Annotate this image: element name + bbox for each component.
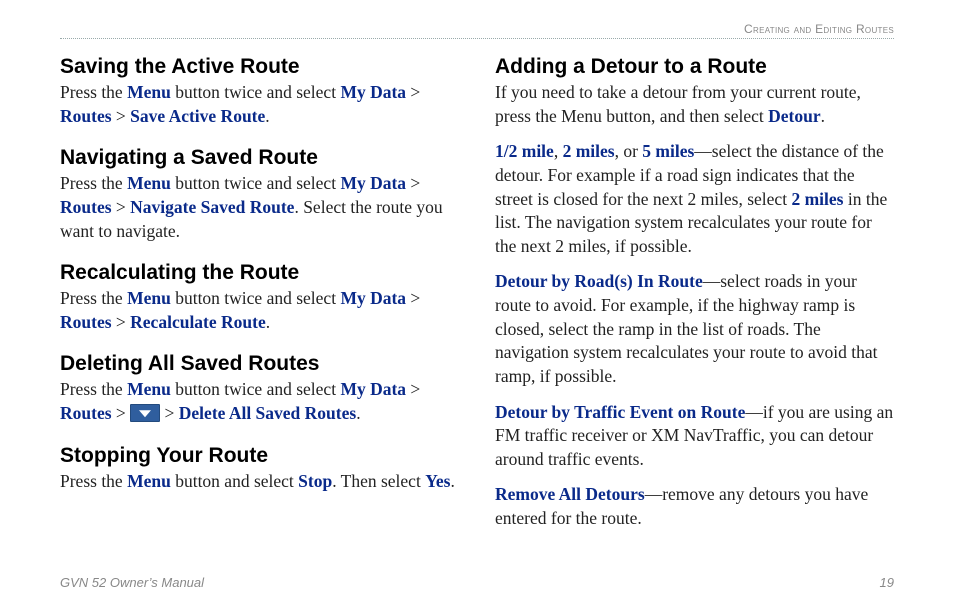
text: button twice and select	[171, 379, 341, 399]
section-adding-detour: Adding a Detour to a Route If you need t…	[495, 55, 894, 531]
header-rule	[60, 38, 894, 39]
keyword-menu: Menu	[127, 82, 171, 102]
header-section-label: Creating and Editing Routes	[60, 22, 894, 36]
separator: >	[406, 82, 420, 102]
text: .	[450, 471, 454, 491]
text: .	[266, 312, 270, 332]
paragraph: Remove All Detours—remove any detours yo…	[495, 483, 894, 530]
section-stopping-your-route: Stopping Your Route Press the Menu butto…	[60, 444, 459, 494]
section-deleting-all-saved-routes: Deleting All Saved Routes Press the Menu…	[60, 352, 459, 425]
text: Press the	[60, 82, 127, 102]
keyword-remove-all-detours: Remove All Detours	[495, 484, 645, 504]
keyword-two-miles: 2 miles	[791, 189, 843, 209]
text: button twice and select	[171, 288, 341, 308]
separator: >	[406, 379, 420, 399]
separator: >	[160, 403, 179, 423]
section-navigating-saved-route: Navigating a Saved Route Press the Menu …	[60, 146, 459, 243]
body-text: Press the Menu button twice and select M…	[60, 172, 459, 243]
text: .	[265, 106, 269, 126]
text: ,	[554, 141, 563, 161]
body-text: If you need to take a detour from your c…	[495, 81, 894, 531]
text: .	[821, 106, 825, 126]
manual-page: Creating and Editing Routes Saving the A…	[0, 0, 954, 608]
text: Press the	[60, 288, 127, 308]
dropdown-icon	[130, 404, 160, 422]
separator: >	[112, 197, 131, 217]
text: button twice and select	[171, 173, 341, 193]
text: button and select	[171, 471, 298, 491]
keyword-my-data: My Data	[340, 82, 406, 102]
body-text: Press the Menu button twice and select M…	[60, 81, 459, 128]
right-column: Adding a Detour to a Route If you need t…	[495, 55, 894, 549]
heading: Saving the Active Route	[60, 55, 459, 79]
keyword-menu: Menu	[127, 471, 171, 491]
keyword-routes: Routes	[60, 403, 112, 423]
keyword-routes: Routes	[60, 197, 112, 217]
text: , or	[615, 141, 643, 161]
page-number: 19	[880, 575, 894, 590]
keyword-my-data: My Data	[340, 288, 406, 308]
keyword-five-miles: 5 miles	[642, 141, 694, 161]
paragraph: 1/2 mile, 2 miles, or 5 miles—select the…	[495, 140, 894, 258]
keyword-two-miles: 2 miles	[563, 141, 615, 161]
keyword-routes: Routes	[60, 106, 112, 126]
keyword-detour: Detour	[768, 106, 820, 126]
keyword-save-active-route: Save Active Route	[130, 106, 265, 126]
section-recalculating-route: Recalculating the Route Press the Menu b…	[60, 261, 459, 334]
two-column-layout: Saving the Active Route Press the Menu b…	[60, 55, 894, 549]
keyword-routes: Routes	[60, 312, 112, 332]
heading: Recalculating the Route	[60, 261, 459, 285]
separator: >	[112, 403, 131, 423]
keyword-recalculate-route: Recalculate Route	[130, 312, 266, 332]
keyword-my-data: My Data	[340, 379, 406, 399]
text: . Then select	[332, 471, 425, 491]
paragraph: Detour by Road(s) In Route—select roads …	[495, 270, 894, 388]
body-text: Press the Menu button twice and select M…	[60, 378, 459, 425]
keyword-menu: Menu	[127, 173, 171, 193]
separator: >	[406, 173, 420, 193]
keyword-menu: Menu	[127, 379, 171, 399]
heading: Adding a Detour to a Route	[495, 55, 894, 79]
text: Press the	[60, 173, 127, 193]
separator: >	[406, 288, 420, 308]
keyword-half-mile: 1/2 mile	[495, 141, 554, 161]
heading: Deleting All Saved Routes	[60, 352, 459, 376]
body-text: Press the Menu button twice and select M…	[60, 287, 459, 334]
keyword-menu: Menu	[127, 288, 171, 308]
separator: >	[112, 312, 131, 332]
text: Press the	[60, 471, 127, 491]
paragraph: If you need to take a detour from your c…	[495, 81, 894, 128]
manual-title: GVN 52 Owner’s Manual	[60, 575, 204, 590]
body-text: Press the Menu button and select Stop. T…	[60, 470, 459, 494]
page-footer: GVN 52 Owner’s Manual 19	[60, 575, 894, 590]
text: .	[356, 403, 360, 423]
keyword-navigate-saved-route: Navigate Saved Route	[130, 197, 294, 217]
keyword-detour-by-traffic-event: Detour by Traffic Event on Route	[495, 402, 745, 422]
heading: Navigating a Saved Route	[60, 146, 459, 170]
keyword-my-data: My Data	[340, 173, 406, 193]
keyword-delete-all-saved-routes: Delete All Saved Routes	[179, 403, 356, 423]
keyword-detour-by-roads: Detour by Road(s) In Route	[495, 271, 703, 291]
separator: >	[112, 106, 131, 126]
section-saving-active-route: Saving the Active Route Press the Menu b…	[60, 55, 459, 128]
keyword-yes: Yes	[425, 471, 450, 491]
text: Press the	[60, 379, 127, 399]
keyword-stop: Stop	[298, 471, 332, 491]
left-column: Saving the Active Route Press the Menu b…	[60, 55, 459, 549]
paragraph: Detour by Traffic Event on Route—if you …	[495, 401, 894, 472]
heading: Stopping Your Route	[60, 444, 459, 468]
text: button twice and select	[171, 82, 341, 102]
